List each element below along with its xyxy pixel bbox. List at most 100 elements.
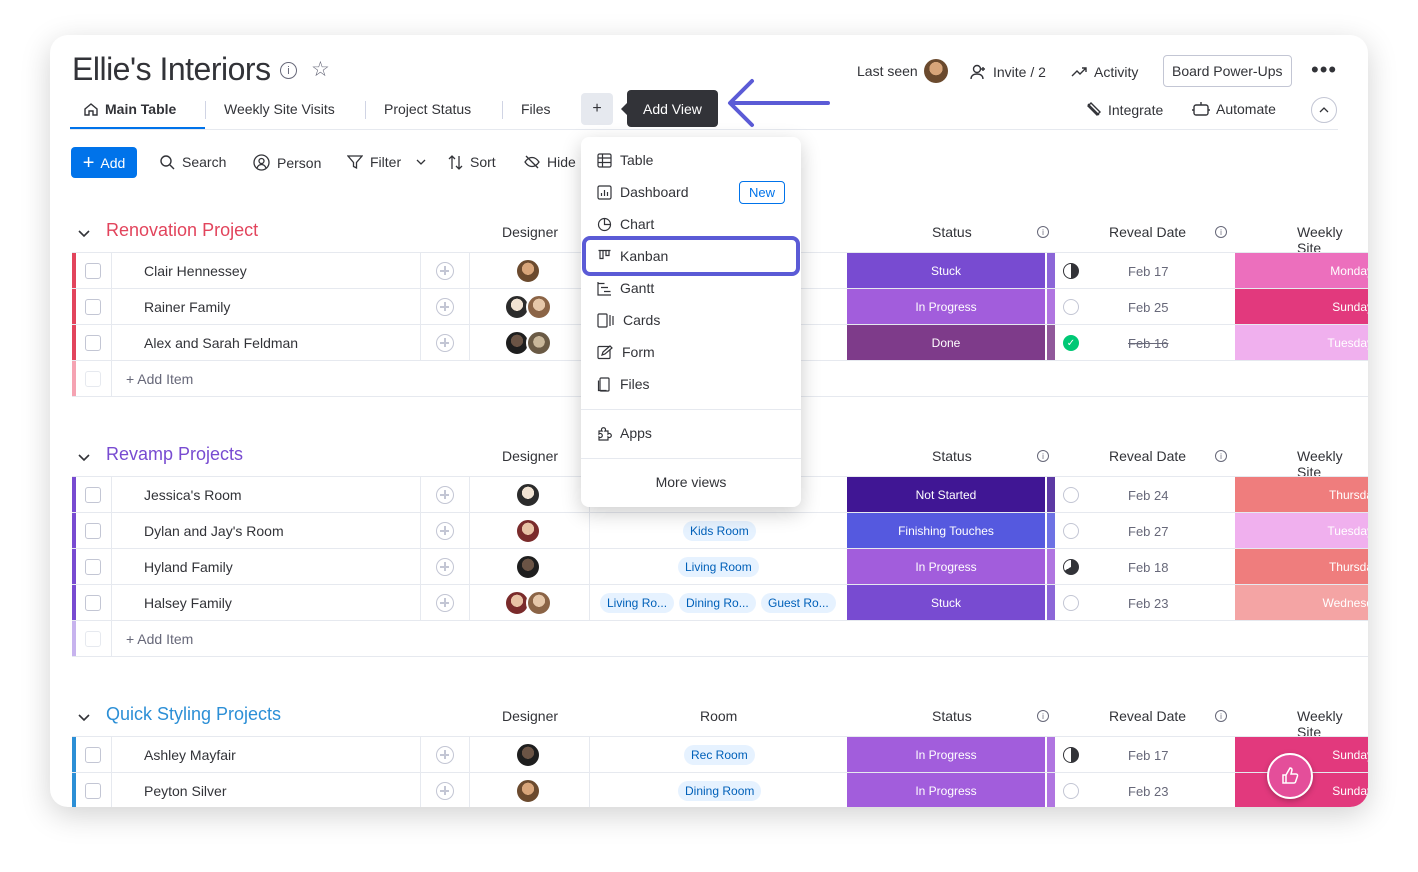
row-checkbox[interactable] — [85, 595, 101, 611]
column-header-reveal-date[interactable]: Reveal Date — [1109, 448, 1186, 464]
avatar[interactable] — [526, 330, 552, 356]
row-checkbox[interactable] — [85, 299, 101, 315]
room-tag[interactable]: Rec Room — [684, 745, 755, 765]
item-name[interactable]: Dylan and Jay's Room — [144, 513, 284, 549]
column-header-designer[interactable]: Designer — [502, 224, 558, 240]
info-icon[interactable]: i — [1037, 450, 1049, 462]
info-icon[interactable]: i — [1215, 710, 1227, 722]
reveal-date[interactable]: Feb 27 — [1128, 513, 1168, 549]
avatar[interactable] — [515, 554, 541, 580]
collapse-header-button[interactable] — [1311, 97, 1337, 123]
table-row[interactable]: Ashley Mayfair Rec Room In Progress Feb … — [72, 737, 1368, 773]
status-cell[interactable]: In Progress — [847, 289, 1045, 324]
table-row[interactable]: Halsey Family Living Ro... Dining Ro... … — [72, 585, 1368, 621]
group-title[interactable]: Renovation Project — [106, 220, 258, 241]
add-update-icon[interactable] — [436, 522, 454, 540]
weekly-site-cell[interactable]: Tuesday — [1235, 513, 1368, 548]
tab-weekly-site-visits[interactable]: Weekly Site Visits — [224, 101, 335, 117]
table-row[interactable]: Peyton Silver Dining Room In Progress Fe… — [72, 773, 1368, 807]
item-name[interactable]: Jessica's Room — [144, 477, 242, 513]
add-update-icon[interactable] — [436, 262, 454, 280]
reveal-date[interactable]: Feb 17 — [1128, 737, 1168, 773]
status-cell[interactable]: In Progress — [847, 549, 1045, 584]
column-header-designer[interactable]: Designer — [502, 708, 558, 724]
automate-button[interactable]: Automate — [1192, 101, 1276, 117]
info-icon[interactable]: i — [1215, 226, 1227, 238]
room-tag[interactable]: Kids Room — [683, 521, 756, 541]
activity-button[interactable]: Activity — [1071, 63, 1138, 80]
menu-item-cards[interactable]: Cards — [597, 308, 660, 332]
weekly-site-cell[interactable]: Thursda — [1235, 477, 1368, 512]
add-update-icon[interactable] — [436, 558, 454, 576]
column-header-status[interactable]: Status — [932, 708, 972, 724]
item-name[interactable]: Clair Hennessey — [144, 253, 247, 289]
room-tag[interactable]: Living Room — [678, 557, 759, 577]
info-icon[interactable]: i — [1037, 710, 1049, 722]
filter-button[interactable]: Filter — [347, 154, 426, 170]
group-collapse-chevron-icon[interactable] — [78, 709, 90, 727]
item-name[interactable]: Rainer Family — [144, 289, 230, 325]
row-checkbox[interactable] — [85, 487, 101, 503]
reveal-date[interactable]: Feb 23 — [1128, 585, 1168, 621]
last-seen[interactable]: Last seen — [857, 59, 948, 83]
add-item-button[interactable]: + Add — [71, 147, 137, 178]
more-icon[interactable]: ••• — [1311, 57, 1337, 83]
status-cell[interactable]: Stuck — [847, 585, 1045, 620]
group-title[interactable]: Revamp Projects — [106, 444, 243, 465]
add-view-button[interactable]: + — [581, 93, 613, 125]
menu-item-dashboard[interactable]: Dashboard — [597, 180, 689, 204]
row-checkbox[interactable] — [85, 263, 101, 279]
add-item-input[interactable]: + Add Item — [126, 361, 193, 397]
board-power-ups-button[interactable]: Board Power-Ups — [1163, 55, 1292, 87]
weekly-site-cell[interactable]: Wednesd — [1235, 585, 1368, 620]
weekly-site-cell[interactable]: Sunday — [1235, 289, 1368, 324]
board-title[interactable]: Ellie's Interiors — [72, 51, 271, 88]
row-checkbox[interactable] — [85, 747, 101, 763]
weekly-site-cell[interactable]: Thursda — [1235, 549, 1368, 584]
row-checkbox[interactable] — [85, 559, 101, 575]
status-cell[interactable]: In Progress — [847, 737, 1045, 772]
group-title[interactable]: Quick Styling Projects — [106, 704, 281, 725]
column-header-status[interactable]: Status — [932, 448, 972, 464]
add-item-row[interactable]: + Add Item — [72, 621, 1368, 657]
menu-item-table[interactable]: Table — [597, 148, 653, 172]
weekly-site-cell[interactable]: Tuesday — [1235, 325, 1368, 360]
menu-item-form[interactable]: Form — [597, 340, 655, 364]
status-cell[interactable]: Done — [847, 325, 1045, 360]
add-update-icon[interactable] — [436, 486, 454, 504]
person-filter-button[interactable]: Person — [253, 154, 321, 171]
reveal-date[interactable]: Feb 16 — [1128, 325, 1168, 361]
menu-item-files[interactable]: Files — [597, 372, 650, 396]
column-header-designer[interactable]: Designer — [502, 448, 558, 464]
item-name[interactable]: Hyland Family — [144, 549, 233, 585]
sort-button[interactable]: Sort — [448, 154, 496, 170]
hide-button[interactable]: Hide — [524, 154, 576, 170]
star-icon[interactable]: ☆ — [311, 57, 330, 82]
item-name[interactable]: Peyton Silver — [144, 773, 226, 807]
table-row[interactable]: Hyland Family Living Room In Progress Fe… — [72, 549, 1368, 585]
add-update-icon[interactable] — [436, 298, 454, 316]
reveal-date[interactable]: Feb 17 — [1128, 253, 1168, 289]
column-header-status[interactable]: Status — [932, 224, 972, 240]
add-item-input[interactable]: + Add Item — [126, 621, 193, 657]
add-update-icon[interactable] — [436, 334, 454, 352]
info-icon[interactable]: i — [280, 62, 297, 79]
weekly-site-cell[interactable]: Monday — [1235, 253, 1368, 288]
status-cell[interactable]: Stuck — [847, 253, 1045, 288]
reveal-date[interactable]: Feb 18 — [1128, 549, 1168, 585]
integrate-button[interactable]: Integrate — [1085, 101, 1163, 118]
item-name[interactable]: Alex and Sarah Feldman — [144, 325, 298, 361]
search-button[interactable]: Search — [160, 154, 226, 170]
row-checkbox[interactable] — [85, 335, 101, 351]
group-collapse-chevron-icon[interactable] — [78, 225, 90, 243]
avatar[interactable] — [526, 294, 552, 320]
row-checkbox[interactable] — [85, 783, 101, 799]
status-cell[interactable]: In Progress — [847, 773, 1045, 807]
item-name[interactable]: Ashley Mayfair — [144, 737, 236, 773]
reveal-date[interactable]: Feb 23 — [1128, 773, 1168, 807]
status-cell[interactable]: Not Started — [847, 477, 1045, 512]
column-header-reveal-date[interactable]: Reveal Date — [1109, 708, 1186, 724]
avatar[interactable] — [515, 258, 541, 284]
tab-files[interactable]: Files — [521, 101, 551, 117]
reveal-date[interactable]: Feb 25 — [1128, 289, 1168, 325]
